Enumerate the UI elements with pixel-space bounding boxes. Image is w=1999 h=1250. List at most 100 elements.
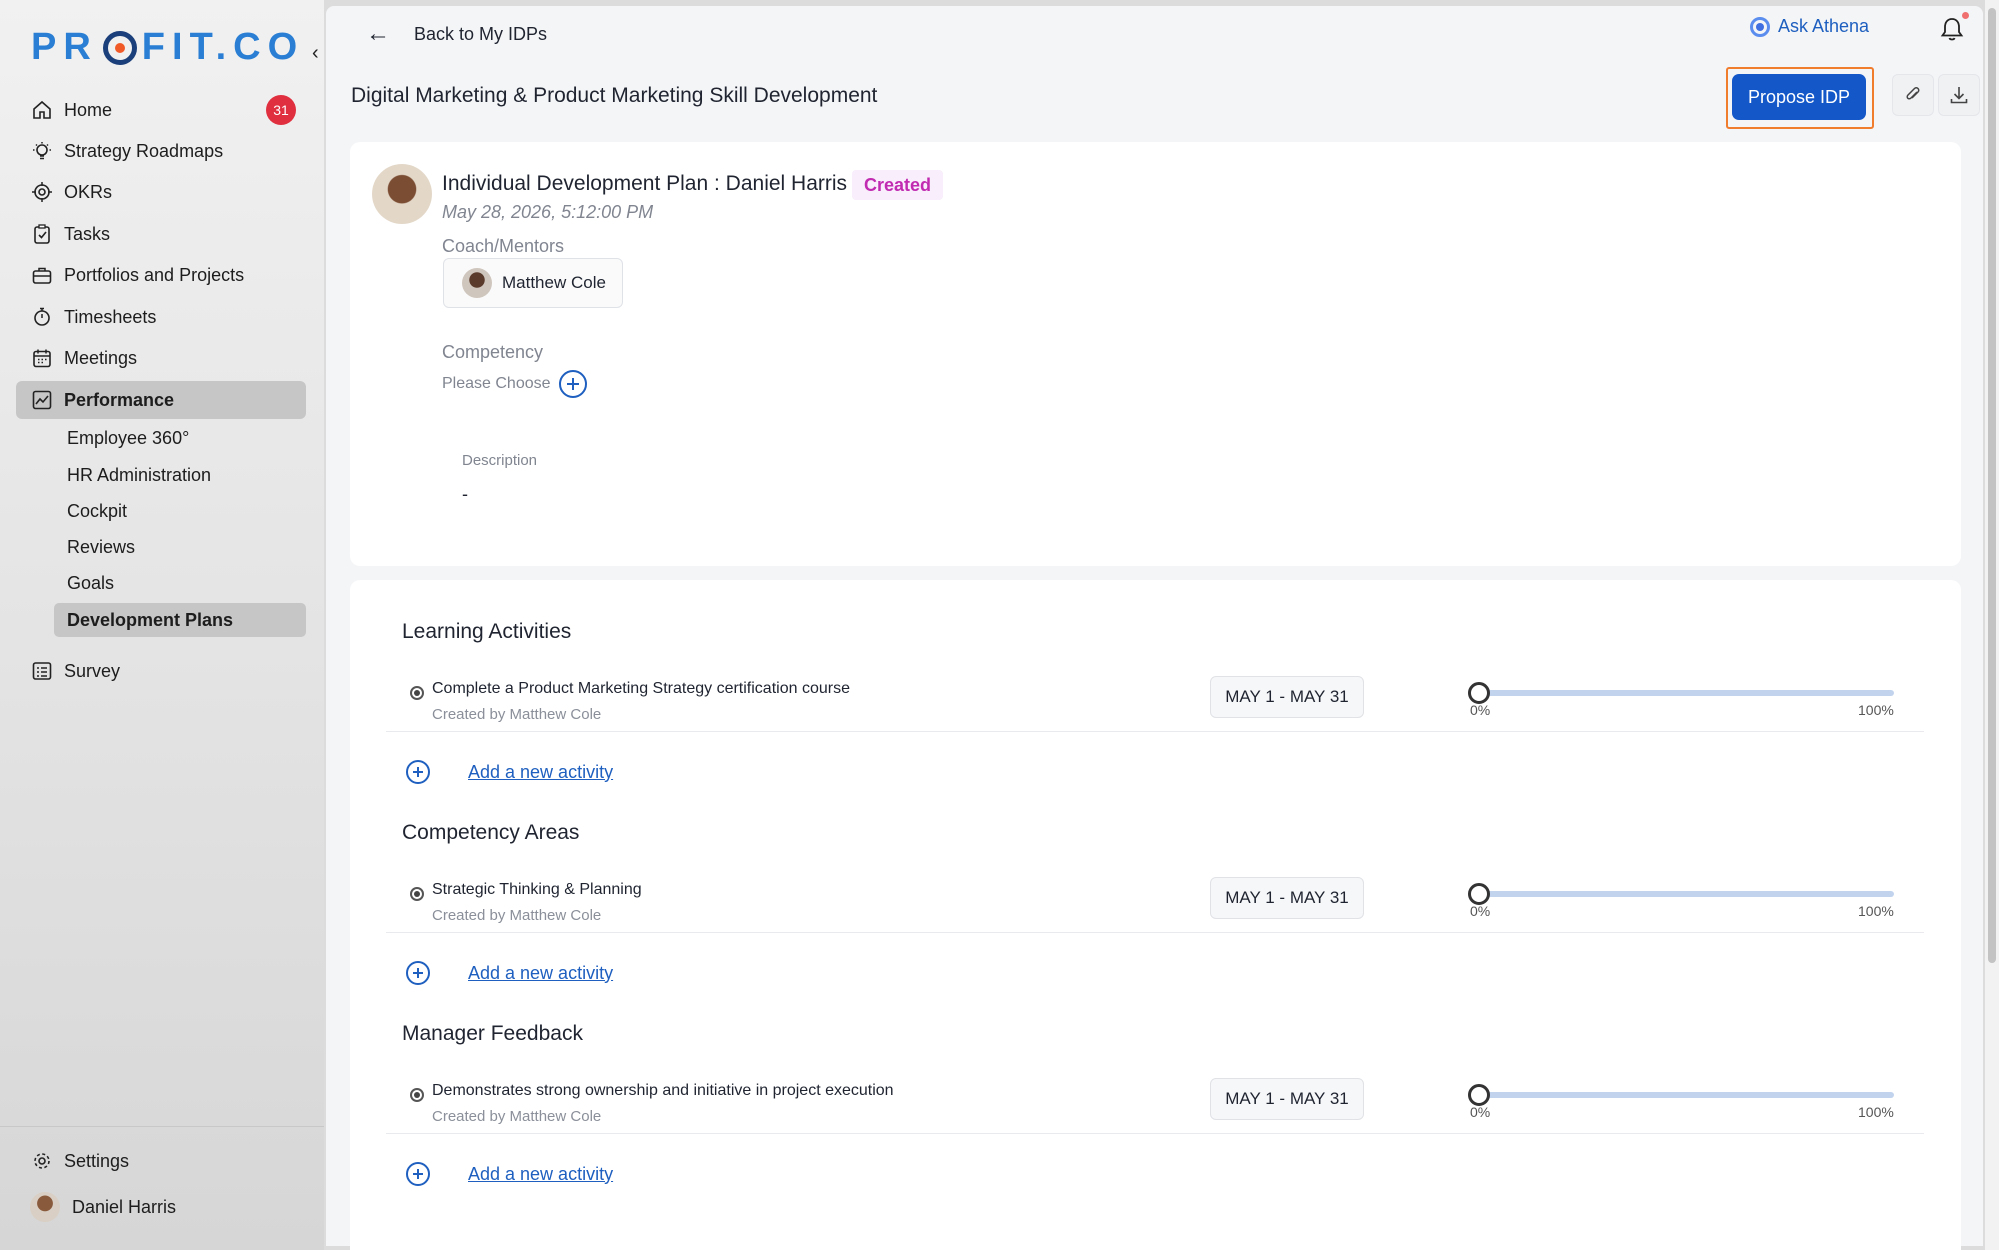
sidebar-subitem-hr-administration[interactable]: HR Administration [54, 458, 306, 492]
download-button[interactable] [1938, 74, 1980, 116]
add-activity-row[interactable]: Add a new activity [406, 760, 613, 784]
description-label: Description [462, 452, 538, 469]
activity-status-icon [410, 887, 424, 901]
page-title: Digital Marketing & Product Marketing Sk… [351, 84, 878, 107]
add-circle-icon[interactable] [406, 1162, 430, 1186]
activity-created-by: Created by Matthew Cole [432, 1108, 602, 1125]
section-title: Learning Activities [402, 620, 572, 643]
sidebar-user-profile[interactable]: Daniel Harris [16, 1188, 306, 1226]
attach-button[interactable] [1892, 74, 1934, 116]
progress-slider-handle[interactable] [1468, 682, 1490, 704]
activity-date-range[interactable]: MAY 1 - MAY 31 [1210, 877, 1364, 919]
home-icon [30, 98, 54, 122]
calendar-icon [30, 346, 54, 370]
sidebar-item-label: OKRs [64, 181, 113, 202]
gear-icon [30, 1149, 54, 1173]
progress-max-label: 100% [1858, 702, 1894, 718]
progress-slider-handle[interactable] [1468, 1084, 1490, 1106]
sidebar-subitem-cockpit[interactable]: Cockpit [54, 494, 306, 528]
propose-idp-highlight: Propose IDP [1726, 67, 1874, 129]
add-circle-icon[interactable] [406, 760, 430, 784]
main-content: ← Back to My IDPs Ask Athena Digital Mar… [326, 6, 1983, 1250]
scrollbar-thumb[interactable] [1988, 8, 1996, 963]
sidebar-item-home[interactable]: Home 31 [16, 91, 306, 129]
sidebar-item-label: Survey [64, 660, 121, 681]
lightbulb-icon [30, 139, 54, 163]
progress-track[interactable] [1479, 891, 1894, 897]
chart-line-icon [30, 388, 54, 412]
clipboard-check-icon [30, 222, 54, 246]
sidebar-item-performance[interactable]: Performance [16, 381, 306, 419]
sidebar-divider [0, 1126, 324, 1127]
add-competency-icon[interactable] [558, 370, 587, 398]
arrow-left-icon: ← [366, 20, 390, 47]
logo-text-end: FIT.CO [141, 26, 305, 68]
activity-row[interactable]: Strategic Thinking & Planning Created by… [386, 873, 1924, 933]
notification-dot [1962, 12, 1969, 19]
progress-max-label: 100% [1858, 1104, 1894, 1120]
sidebar-item-strategy-roadmaps[interactable]: Strategy Roadmaps [16, 132, 306, 170]
competency-chooser[interactable]: Please Choose [442, 370, 587, 398]
sidebar-item-label: Settings [64, 1150, 130, 1171]
sidebar-item-timesheets[interactable]: Timesheets [16, 298, 306, 336]
bell-icon[interactable] [1940, 16, 1964, 42]
activity-date-range[interactable]: MAY 1 - MAY 31 [1210, 1078, 1364, 1120]
propose-idp-button[interactable]: Propose IDP [1732, 74, 1866, 120]
add-activity-row[interactable]: Add a new activity [406, 1162, 613, 1186]
description-value: - [462, 484, 468, 504]
sidebar-subitem-goals[interactable]: Goals [54, 566, 306, 600]
sidebar-item-okrs[interactable]: OKRs [16, 173, 306, 211]
activity-date-range[interactable]: MAY 1 - MAY 31 [1210, 676, 1364, 718]
sidebar-item-settings[interactable]: Settings [16, 1142, 306, 1180]
target-icon [30, 180, 54, 204]
avatar [372, 164, 432, 224]
logo-text-start: PR [31, 26, 98, 68]
profit-co-logo[interactable]: PR FIT.CO [31, 26, 304, 69]
activity-created-by: Created by Matthew Cole [432, 706, 602, 723]
activity-status-icon [410, 686, 424, 700]
progress-min-label: 0% [1470, 1104, 1491, 1120]
mentor-name: Matthew Cole [502, 273, 606, 292]
idp-details-card: Individual Development Plan : Daniel Har… [350, 142, 1961, 566]
collapse-sidebar-chevron-icon[interactable]: ‹ [312, 42, 319, 65]
sidebar-item-label: Home [64, 99, 113, 120]
sidebar-item-survey[interactable]: Survey [16, 652, 306, 690]
add-activity-link[interactable]: Add a new activity [468, 963, 613, 984]
sidebar-item-portfolios-projects[interactable]: Portfolios and Projects [16, 256, 306, 294]
sidebar-item-label: Strategy Roadmaps [64, 140, 224, 161]
progress-slider-handle[interactable] [1468, 883, 1490, 905]
sidebar-subitem-development-plans[interactable]: Development Plans [54, 603, 306, 637]
add-activity-row[interactable]: Add a new activity [406, 961, 613, 985]
competency-label: Competency [442, 342, 544, 362]
sidebar-item-tasks[interactable]: Tasks [16, 215, 306, 253]
progress-track[interactable] [1479, 1092, 1894, 1098]
activity-created-by: Created by Matthew Cole [432, 907, 602, 924]
idp-title: Individual Development Plan : Daniel Har… [442, 172, 848, 195]
add-activity-link[interactable]: Add a new activity [468, 1164, 613, 1185]
progress-max-label: 100% [1858, 903, 1894, 919]
back-to-idps-link[interactable]: ← Back to My IDPs [366, 20, 547, 48]
sidebar-subitem-reviews[interactable]: Reviews [54, 530, 306, 564]
notification-count-badge: 31 [266, 95, 296, 125]
add-activity-link[interactable]: Add a new activity [468, 762, 613, 783]
progress-min-label: 0% [1470, 702, 1491, 718]
page-scrollbar[interactable] [1985, 0, 1999, 1250]
avatar [30, 1192, 60, 1222]
idp-date: May 28, 2026, 5:12:00 PM [442, 202, 654, 222]
progress-track[interactable] [1479, 690, 1894, 696]
sidebar-subitem-employee-360[interactable]: Employee 360° [54, 421, 306, 455]
paperclip-icon [1906, 87, 1920, 100]
activity-row[interactable]: Demonstrates strong ownership and initia… [386, 1074, 1924, 1134]
sidebar-item-label: Timesheets [64, 306, 157, 327]
activity-name: Strategic Thinking & Planning [432, 881, 642, 898]
survey-icon [30, 659, 54, 683]
section-title: Competency Areas [402, 821, 580, 844]
user-name: Daniel Harris [72, 1196, 177, 1217]
sidebar-item-meetings[interactable]: Meetings [16, 339, 306, 377]
back-label: Back to My IDPs [414, 23, 548, 44]
ask-athena-button[interactable]: Ask Athena [1750, 16, 1869, 37]
add-circle-icon[interactable] [406, 961, 430, 985]
mentor-chip[interactable]: Matthew Cole [443, 258, 623, 308]
activity-row[interactable]: Complete a Product Marketing Strategy ce… [386, 672, 1924, 732]
progress-min-label: 0% [1470, 903, 1491, 919]
